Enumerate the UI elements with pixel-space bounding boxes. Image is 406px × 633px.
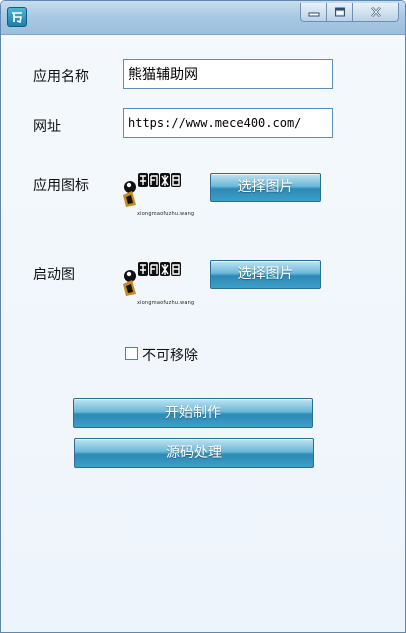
close-button[interactable] (353, 3, 399, 22)
app-icon-label: 应用图标 (33, 178, 89, 194)
minimize-button[interactable] (300, 3, 327, 22)
maximize-icon (334, 7, 345, 17)
app-icon-logo-caption: xiongmaofuzhu.wang (137, 211, 195, 217)
splash-logo-caption: xiongmaofuzhu.wang (137, 300, 195, 306)
title-bar[interactable] (1, 1, 405, 35)
app-name-label: 应用名称 (33, 69, 89, 85)
form-area: 应用名称 网址 应用图标 (1, 35, 405, 632)
url-input[interactable] (123, 108, 333, 138)
not-removable-label[interactable]: 不可移除 (142, 345, 198, 365)
main-window: 应用名称 网址 应用图标 (0, 0, 406, 633)
source-process-button[interactable]: 源码处理 (74, 438, 314, 468)
not-removable-checkbox[interactable] (125, 347, 138, 360)
maximize-button[interactable] (327, 3, 353, 22)
start-making-button[interactable]: 开始制作 (73, 398, 313, 428)
splash-label: 启动图 (33, 267, 75, 283)
select-app-icon-button[interactable]: 选择图片 (210, 173, 321, 202)
app-name-input[interactable] (123, 59, 333, 89)
minimize-icon (308, 12, 319, 17)
easy-language-icon (7, 7, 27, 27)
select-splash-button[interactable]: 选择图片 (210, 260, 321, 289)
url-label: 网址 (33, 119, 61, 135)
close-icon (370, 6, 381, 18)
